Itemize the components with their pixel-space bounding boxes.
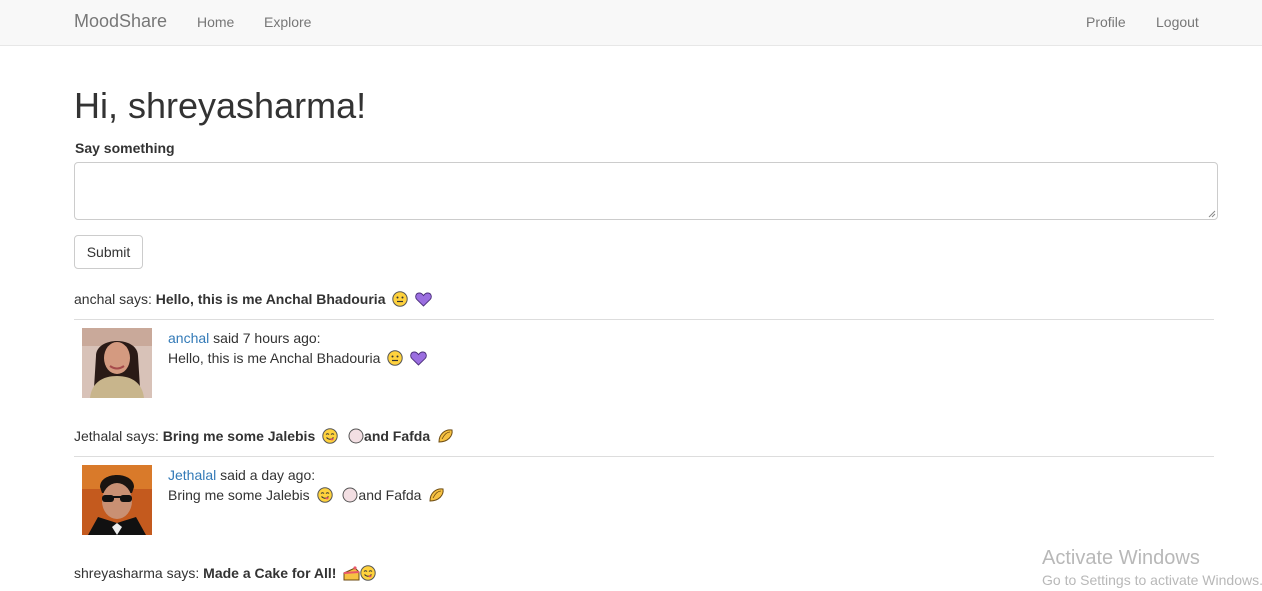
post-meta: anchal said 7 hours ago: xyxy=(168,330,321,346)
feed-says-line: Jethalal says: Bring me some Jalebis and… xyxy=(74,428,454,444)
avatar-jethalal-image xyxy=(82,465,152,535)
brand-link[interactable]: MoodShare xyxy=(74,11,167,32)
says-username: shreyasharma xyxy=(74,565,163,581)
activate-windows-subtitle: Go to Settings to activate Windows. xyxy=(1042,572,1262,588)
yum-face-emoji-icon xyxy=(360,565,377,581)
post-body-text-part2: and Fafda xyxy=(358,487,422,503)
post-author-link[interactable]: Jethalal xyxy=(168,467,216,483)
says-message-part2: and Fafda xyxy=(364,428,431,444)
top-navbar: MoodShare Home Explore Profile Logout xyxy=(0,0,1262,46)
activate-windows-title: Activate Windows xyxy=(1042,547,1200,569)
cake-slice-emoji-icon xyxy=(343,566,360,581)
nav-home-link[interactable]: Home xyxy=(197,14,234,30)
feed-says-line: shreyasharma says: Made a Cake for All! xyxy=(74,565,377,581)
nav-explore-link[interactable]: Explore xyxy=(264,14,311,30)
resize-handle-icon[interactable] xyxy=(1208,210,1216,218)
post-body-text: Hello, this is me Anchal Bhadouria xyxy=(168,350,381,366)
neutral-face-emoji-icon xyxy=(387,350,404,366)
post-divider xyxy=(74,456,1214,457)
avatar xyxy=(82,328,152,398)
neutral-face-emoji-icon xyxy=(392,291,409,307)
activate-windows-watermark: Activate Windows Go to Settings to activ… xyxy=(1042,547,1262,591)
submit-button[interactable]: Submit xyxy=(74,235,143,269)
says-message: Hello, this is me Anchal Bhadouria xyxy=(155,291,386,307)
post-time: said a day ago: xyxy=(216,467,316,483)
purple-heart-emoji-icon xyxy=(415,292,432,307)
says-suffix: says: xyxy=(122,428,163,444)
taco-emoji-icon xyxy=(438,429,453,443)
post-textarea[interactable] xyxy=(74,162,1218,220)
page-greeting: Hi, shreyasharma! xyxy=(74,85,367,126)
avatar xyxy=(82,465,152,535)
post-body: Hello, this is me Anchal Bhadouria xyxy=(168,350,427,366)
avatar-anchal-image xyxy=(82,328,152,398)
feed-says-line: anchal says: Hello, this is me Anchal Bh… xyxy=(74,291,432,307)
round-pastry-emoji-icon xyxy=(342,487,358,503)
says-suffix: says: xyxy=(162,565,204,581)
says-message-part1: Bring me some Jalebis xyxy=(162,428,316,444)
post-author-link[interactable]: anchal xyxy=(168,330,209,346)
post-body: Bring me some Jalebis and Fafda xyxy=(168,487,445,503)
post-body-text-part1: Bring me some Jalebis xyxy=(168,487,310,503)
says-message: Made a Cake for All! xyxy=(203,565,337,581)
round-pastry-emoji-icon xyxy=(348,428,364,444)
says-username: anchal xyxy=(74,291,116,307)
post-time: said 7 hours ago: xyxy=(209,330,321,346)
yum-face-emoji-icon xyxy=(322,428,338,444)
taco-emoji-icon xyxy=(429,488,444,502)
post-meta: Jethalal said a day ago: xyxy=(168,467,315,483)
nav-profile-link[interactable]: Profile xyxy=(1086,14,1126,30)
says-suffix: says: xyxy=(115,291,156,307)
says-username: Jethalal xyxy=(74,428,123,444)
purple-heart-emoji-icon xyxy=(410,351,427,366)
nav-logout-link[interactable]: Logout xyxy=(1156,14,1199,30)
yum-face-emoji-icon xyxy=(316,487,333,503)
post-divider xyxy=(74,319,1214,320)
say-something-label: Say something xyxy=(75,140,175,156)
